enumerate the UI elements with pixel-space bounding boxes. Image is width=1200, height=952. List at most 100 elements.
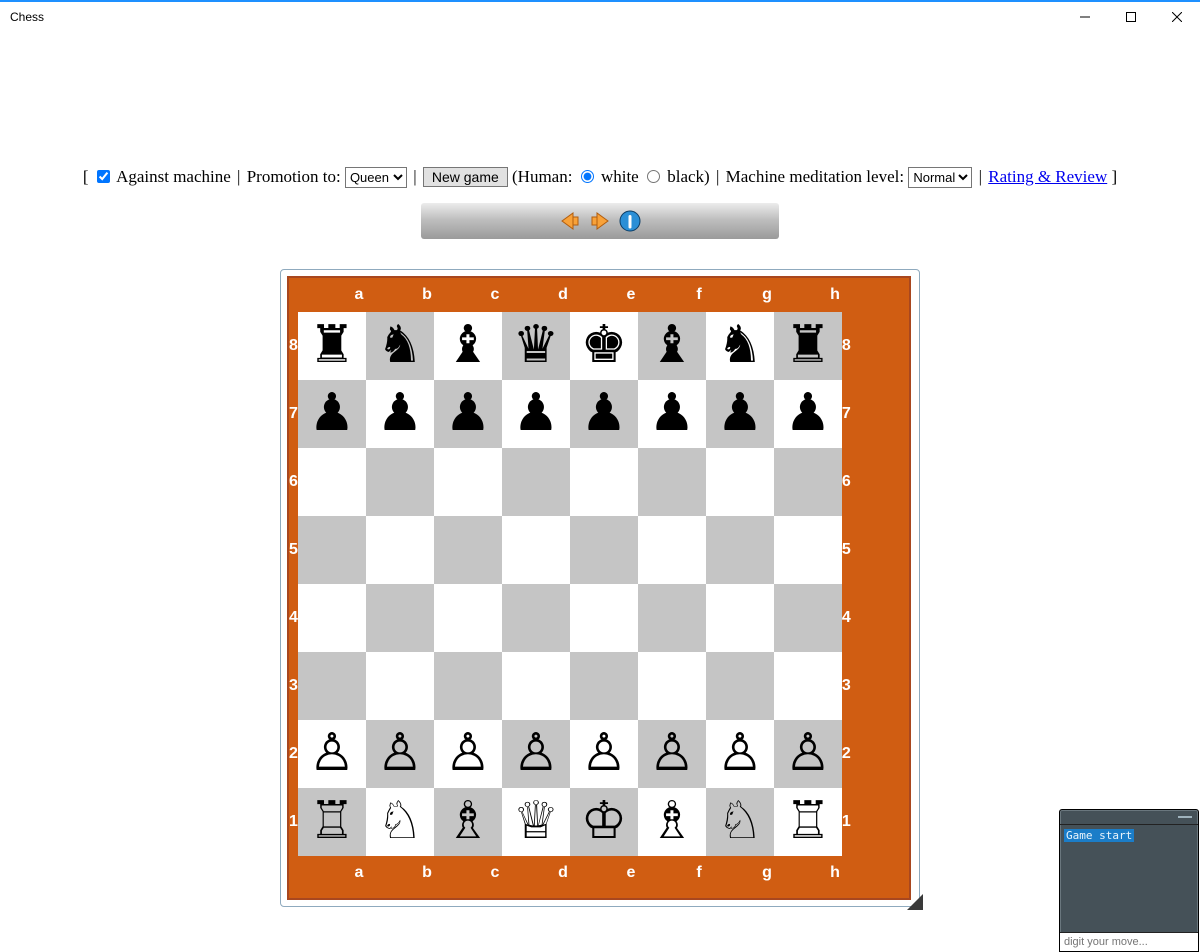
- piece-wB[interactable]: ♗: [445, 796, 492, 848]
- next-move-button[interactable]: [588, 209, 612, 233]
- board-square[interactable]: [570, 516, 638, 584]
- status-panel-titlebar[interactable]: [1060, 810, 1198, 825]
- board-square[interactable]: ♙: [570, 720, 638, 788]
- board-square[interactable]: ♙: [706, 720, 774, 788]
- move-input[interactable]: [1060, 933, 1198, 951]
- piece-wK[interactable]: ♔: [581, 796, 628, 848]
- board-square[interactable]: [706, 516, 774, 584]
- board-square[interactable]: ♗: [434, 788, 502, 856]
- piece-bN[interactable]: ♞: [717, 320, 764, 372]
- promotion-select[interactable]: QueenRookBishopKnight: [345, 167, 407, 188]
- piece-bP[interactable]: ♟: [785, 388, 832, 440]
- close-button[interactable]: [1154, 2, 1200, 31]
- board-square[interactable]: [638, 516, 706, 584]
- board-square[interactable]: [774, 516, 842, 584]
- board-square[interactable]: [570, 584, 638, 652]
- board-square[interactable]: [502, 516, 570, 584]
- piece-wP[interactable]: ♙: [377, 728, 424, 780]
- maximize-button[interactable]: [1108, 2, 1154, 31]
- piece-wQ[interactable]: ♕: [513, 796, 560, 848]
- board-square[interactable]: [502, 584, 570, 652]
- board-square[interactable]: ♙: [502, 720, 570, 788]
- piece-wP[interactable]: ♙: [717, 728, 764, 780]
- board-square[interactable]: [638, 652, 706, 720]
- board-square[interactable]: [774, 652, 842, 720]
- new-game-button[interactable]: New game: [423, 167, 508, 187]
- piece-bB[interactable]: ♝: [649, 320, 696, 372]
- board-square[interactable]: ♙: [774, 720, 842, 788]
- board-square[interactable]: ♖: [774, 788, 842, 856]
- board-square[interactable]: [298, 584, 366, 652]
- piece-wP[interactable]: ♙: [785, 728, 832, 780]
- rating-review-link[interactable]: Rating & Review: [988, 167, 1107, 186]
- human-black-radio[interactable]: [647, 170, 660, 183]
- piece-bP[interactable]: ♟: [309, 388, 356, 440]
- info-button[interactable]: [618, 209, 642, 233]
- board-square[interactable]: [366, 584, 434, 652]
- board-square[interactable]: ♙: [366, 720, 434, 788]
- board-square[interactable]: [774, 448, 842, 516]
- board-square[interactable]: ♟: [774, 380, 842, 448]
- board-square[interactable]: ♟: [298, 380, 366, 448]
- piece-wR[interactable]: ♖: [785, 796, 832, 848]
- piece-wP[interactable]: ♙: [309, 728, 356, 780]
- human-white-radio[interactable]: [581, 170, 594, 183]
- piece-wN[interactable]: ♘: [717, 796, 764, 848]
- board-square[interactable]: ♟: [366, 380, 434, 448]
- board-square[interactable]: ♞: [706, 312, 774, 380]
- piece-wP[interactable]: ♙: [581, 728, 628, 780]
- piece-bR[interactable]: ♜: [309, 320, 356, 372]
- board-square[interactable]: [638, 448, 706, 516]
- board-square[interactable]: [434, 516, 502, 584]
- board-square[interactable]: ♛: [502, 312, 570, 380]
- piece-wR[interactable]: ♖: [309, 796, 356, 848]
- piece-bP[interactable]: ♟: [377, 388, 424, 440]
- board-square[interactable]: ♟: [502, 380, 570, 448]
- piece-bR[interactable]: ♜: [785, 320, 832, 372]
- board-square[interactable]: [638, 584, 706, 652]
- board-square[interactable]: ♕: [502, 788, 570, 856]
- piece-bB[interactable]: ♝: [445, 320, 492, 372]
- piece-wN[interactable]: ♘: [377, 796, 424, 848]
- board-square[interactable]: ♝: [434, 312, 502, 380]
- piece-bP[interactable]: ♟: [717, 388, 764, 440]
- board-square[interactable]: ♘: [706, 788, 774, 856]
- board-square[interactable]: ♙: [298, 720, 366, 788]
- board-square[interactable]: [570, 652, 638, 720]
- board-square[interactable]: ♟: [638, 380, 706, 448]
- board-square[interactable]: [298, 516, 366, 584]
- piece-bP[interactable]: ♟: [649, 388, 696, 440]
- board-square[interactable]: ♜: [298, 312, 366, 380]
- board-square[interactable]: ♞: [366, 312, 434, 380]
- piece-wP[interactable]: ♙: [513, 728, 560, 780]
- piece-wP[interactable]: ♙: [649, 728, 696, 780]
- board-square[interactable]: [706, 652, 774, 720]
- piece-bP[interactable]: ♟: [581, 388, 628, 440]
- board-square[interactable]: ♙: [434, 720, 502, 788]
- board-square[interactable]: [774, 584, 842, 652]
- board-square[interactable]: ♟: [706, 380, 774, 448]
- board-square[interactable]: ♙: [638, 720, 706, 788]
- piece-bP[interactable]: ♟: [513, 388, 560, 440]
- piece-bK[interactable]: ♚: [581, 320, 628, 372]
- board-square[interactable]: ♔: [570, 788, 638, 856]
- prev-move-button[interactable]: [558, 209, 582, 233]
- board-square[interactable]: ♜: [774, 312, 842, 380]
- piece-wB[interactable]: ♗: [649, 796, 696, 848]
- board-square[interactable]: ♟: [570, 380, 638, 448]
- board-square[interactable]: [366, 448, 434, 516]
- minimize-button[interactable]: [1062, 2, 1108, 31]
- against-machine-checkbox[interactable]: [97, 170, 110, 183]
- board-square[interactable]: [706, 584, 774, 652]
- board-square[interactable]: ♗: [638, 788, 706, 856]
- board-square[interactable]: [706, 448, 774, 516]
- board-square[interactable]: ♝: [638, 312, 706, 380]
- piece-bQ[interactable]: ♛: [513, 320, 560, 372]
- board-square[interactable]: [298, 652, 366, 720]
- meditation-select[interactable]: Normal: [908, 167, 972, 188]
- piece-wP[interactable]: ♙: [445, 728, 492, 780]
- board-square[interactable]: ♖: [298, 788, 366, 856]
- board-square[interactable]: [366, 516, 434, 584]
- board-square[interactable]: ♘: [366, 788, 434, 856]
- resize-grip-icon[interactable]: [907, 894, 923, 910]
